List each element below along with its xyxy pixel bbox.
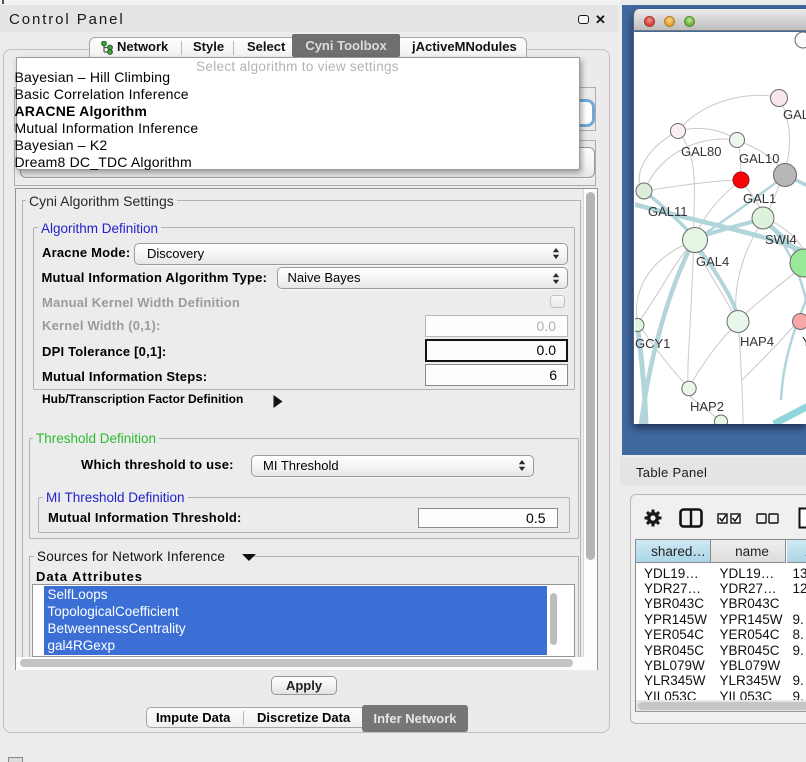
svg-text:GAL11: GAL11 (648, 204, 688, 219)
svg-text:HAP4: HAP4 (740, 334, 774, 349)
svg-text:GCY1: GCY1 (635, 336, 670, 351)
svg-text:GAL2: GAL2 (783, 107, 806, 122)
svg-text:YC: YC (802, 334, 806, 349)
svg-text:GAL80: GAL80 (681, 144, 721, 159)
svg-text:GAL4: GAL4 (696, 254, 729, 269)
svg-text:HAP2: HAP2 (690, 399, 724, 414)
svg-text:SWI4: SWI4 (765, 232, 797, 247)
svg-text:GAL1: GAL1 (743, 191, 776, 206)
svg-text:GAL10: GAL10 (739, 151, 779, 166)
